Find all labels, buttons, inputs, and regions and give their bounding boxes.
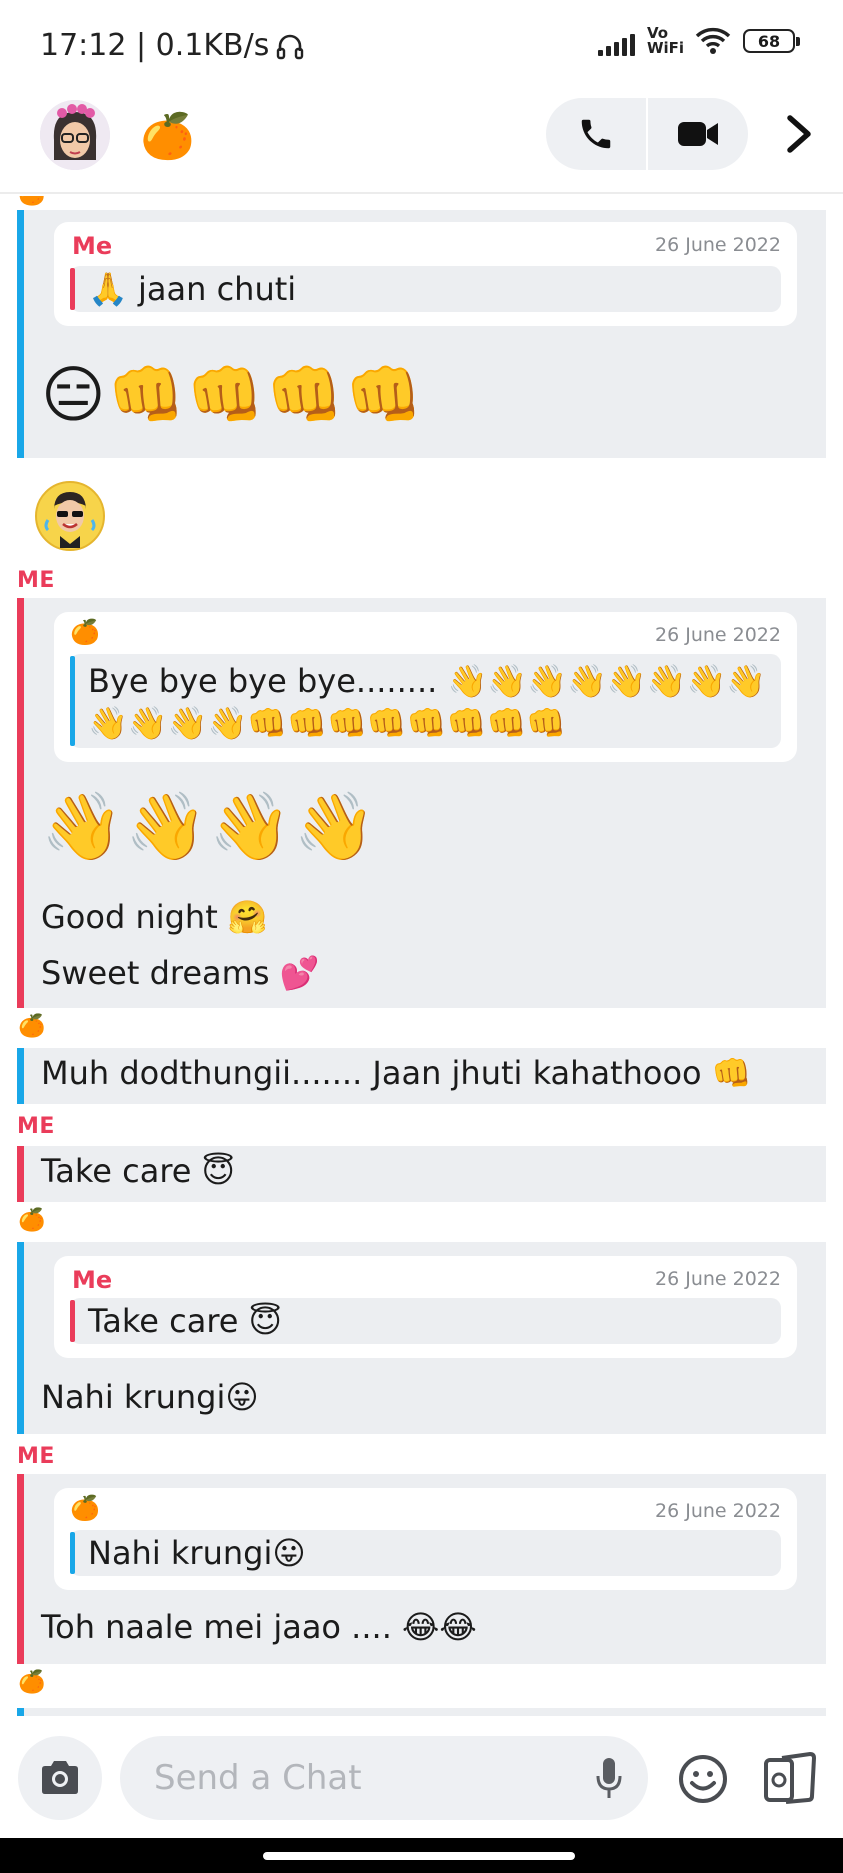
message-text: Sweet dreams 💕 <box>41 954 320 992</box>
message-block[interactable]: Me 26 June 2022 🙏 jaan chuti 😑👊👊👊👊 <box>17 210 826 458</box>
quote-text: Bye bye bye bye........ 👋👋👋👋👋👋👋👋👋👋👋👋👊👊👊👊… <box>70 654 781 748</box>
message-bar <box>17 1048 24 1104</box>
sender-emoji: 🍊 <box>18 1208 46 1233</box>
cards-icon[interactable] <box>762 1752 818 1806</box>
camera-button[interactable] <box>18 1736 102 1820</box>
quote-text: Nahi krungi😛 <box>70 1530 781 1576</box>
quote-sender-emoji: 🍊 <box>70 618 100 646</box>
quoted-message[interactable]: 🍊 26 June 2022 Bye bye bye bye........ 👋… <box>54 612 797 762</box>
message-block[interactable]: 🍊 26 June 2022 Nahi krungi😛 Toh naale me… <box>17 1474 826 1664</box>
chat-input-placeholder: Send a Chat <box>154 1758 362 1798</box>
sender-label: ME <box>17 1444 55 1469</box>
call-controls <box>546 98 748 170</box>
quote-text: Take care 😇 <box>70 1298 781 1344</box>
chevron-right-icon[interactable] <box>778 112 818 156</box>
battery-level: 68 <box>757 31 781 51</box>
message-bar <box>17 1474 24 1664</box>
sender-label: ME <box>17 568 55 593</box>
emoji-row: 😑👊👊👊👊 <box>41 358 425 431</box>
avatar[interactable] <box>40 100 110 170</box>
bitmoji-avatar-icon <box>40 100 110 170</box>
emoji-row: 👋👋👋👋 <box>41 788 378 865</box>
video-call-button[interactable] <box>648 98 748 170</box>
quote-date: 26 June 2022 <box>655 1268 781 1290</box>
smiley-icon[interactable] <box>678 1754 728 1804</box>
message-text: Toh naale mei jaao .... 😂😂 <box>41 1608 477 1646</box>
chat-input[interactable]: Send a Chat <box>120 1736 648 1820</box>
message-block[interactable]: Me 26 June 2022 Take care 😇 Nahi krungi😛 <box>17 1242 826 1434</box>
message-text: Nahi krungi😛 <box>41 1378 259 1416</box>
message-text: Take care 😇 <box>41 1152 235 1190</box>
message-block[interactable]: Take care 😇 <box>17 1146 826 1202</box>
sender-emoji: 🍊 <box>18 196 45 207</box>
quote-name: Me <box>72 232 113 260</box>
quote-date: 26 June 2022 <box>655 1500 781 1522</box>
quote-text: 🙏 jaan chuti <box>70 266 781 312</box>
phone-icon <box>581 119 610 149</box>
sender-emoji: 🍊 <box>18 1670 46 1695</box>
composer-bar: Send a Chat <box>0 1716 843 1838</box>
mic-icon[interactable] <box>594 1756 624 1802</box>
status-time-speed: 17:12 | 0.1KB/s <box>40 28 270 63</box>
message-text: Good night 🤗 <box>41 898 268 936</box>
quote-name: Me <box>72 1266 113 1294</box>
sender-emoji: 🍊 <box>18 1014 46 1039</box>
voice-call-button[interactable] <box>546 98 646 170</box>
laughing-bitmoji-icon <box>35 481 105 551</box>
video-icon <box>678 122 719 146</box>
sender-label: ME <box>17 1114 55 1139</box>
status-right: Vo WiFi 68 <box>598 24 800 57</box>
message-bar <box>17 210 24 458</box>
vowifi-label: Vo WiFi <box>647 24 685 57</box>
signal-icon <box>598 26 635 56</box>
wifi-icon <box>695 27 731 54</box>
headphones-icon <box>277 34 304 59</box>
quoted-message[interactable]: Me 26 June 2022 Take care 😇 <box>54 1256 797 1358</box>
message-block[interactable]: Muh dodthungii....... Jaan jhuti kahatho… <box>17 1048 826 1104</box>
message-text: Muh dodthungii....... Jaan jhuti kahatho… <box>41 1054 752 1092</box>
message-block[interactable]: 🍊 26 June 2022 Bye bye bye bye........ 👋… <box>17 598 826 1008</box>
contact-emoji[interactable]: 🍊 <box>140 110 195 162</box>
chat-feed[interactable]: 🍊 Me 26 June 2022 🙏 jaan chuti 😑👊👊👊👊 ME <box>0 196 843 1716</box>
status-left: 17:12 | 0.1KB/s <box>40 28 305 63</box>
chat-header: 🍊 <box>0 92 843 194</box>
quoted-message[interactable]: 🍊 26 June 2022 Nahi krungi😛 <box>54 1488 797 1590</box>
camera-icon <box>42 1761 78 1794</box>
battery-icon: 68 <box>743 29 800 53</box>
quote-date: 26 June 2022 <box>655 234 781 256</box>
bitmoji-reaction <box>34 480 106 552</box>
quote-date: 26 June 2022 <box>655 624 781 646</box>
message-bar <box>17 1146 24 1202</box>
message-bar-partial <box>17 1708 826 1716</box>
quoted-message[interactable]: Me 26 June 2022 🙏 jaan chuti <box>54 222 797 326</box>
quote-sender-emoji: 🍊 <box>70 1494 100 1522</box>
message-bar <box>17 1242 24 1434</box>
status-bar: 17:12 | 0.1KB/s Vo WiFi 68 <box>0 0 843 92</box>
home-indicator[interactable] <box>263 1852 575 1860</box>
message-bar <box>17 598 24 1008</box>
